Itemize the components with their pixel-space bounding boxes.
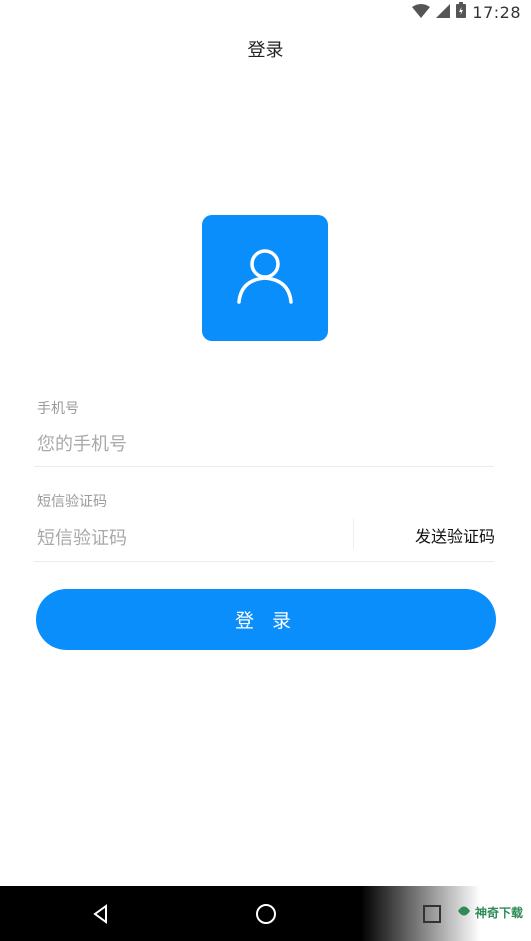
code-input[interactable]: 短信验证码 — [37, 524, 127, 550]
watermark: 神奇下载 — [457, 904, 523, 921]
phone-label: 手机号 — [37, 401, 79, 417]
login-button[interactable]: 登 录 — [36, 589, 496, 650]
status-time: 17:28 — [472, 2, 521, 22]
user-icon — [233, 244, 297, 312]
code-label: 短信验证码 — [37, 494, 107, 510]
code-vertical-divider — [353, 519, 354, 549]
phone-divider — [34, 466, 494, 467]
avatar — [202, 215, 328, 341]
status-icons: 17:28 — [412, 2, 521, 22]
wifi-icon — [412, 3, 431, 22]
home-icon[interactable] — [252, 900, 280, 928]
battery-icon — [456, 2, 467, 22]
recents-icon[interactable] — [418, 900, 446, 928]
signal-icon — [436, 3, 451, 22]
watermark-text: 神奇下载 — [474, 906, 523, 920]
send-code-button[interactable]: 发送验证码 — [415, 523, 495, 547]
back-icon[interactable] — [87, 900, 115, 928]
page-title: 登录 — [247, 40, 284, 61]
phone-input[interactable]: 您的手机号 — [37, 430, 127, 456]
status-bar: 17:28 — [0, 0, 531, 24]
code-divider — [34, 561, 494, 562]
leaf-icon — [457, 904, 471, 921]
navigation-bar: 神奇下载 — [0, 886, 531, 941]
